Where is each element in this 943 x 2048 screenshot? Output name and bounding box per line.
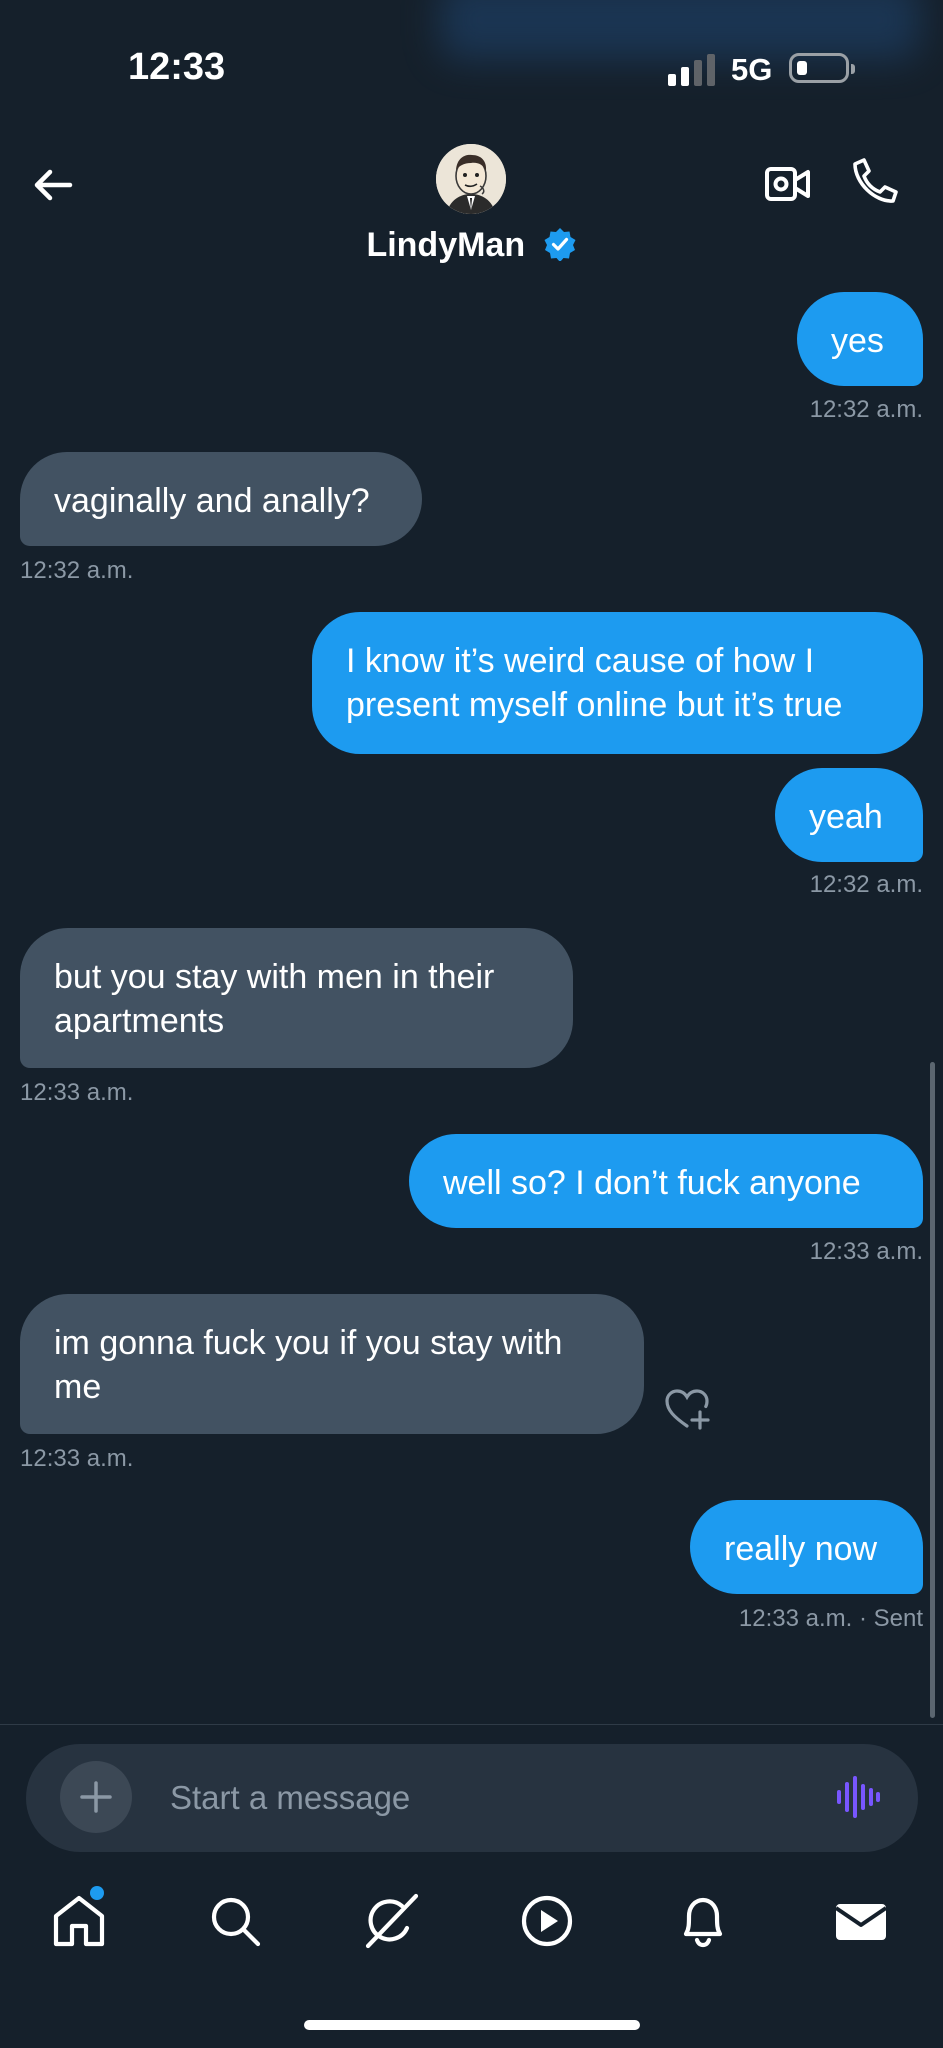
message-text: but you stay with men in their apartment…	[54, 958, 495, 1040]
network-label: 5G	[731, 52, 773, 87]
tab-search[interactable]	[206, 1892, 264, 1950]
contact-name: LindyMan	[366, 226, 526, 264]
message-timestamp: 12:32 a.m.	[20, 557, 134, 584]
search-icon	[211, 1897, 261, 1947]
message-timestamp: 12:32 a.m.	[809, 396, 923, 423]
new-content-dot	[90, 1886, 104, 1900]
messages-icon	[834, 1904, 888, 1940]
add-attachment-button[interactable]	[60, 1761, 132, 1833]
scrollbar[interactable]	[930, 1062, 935, 1718]
message-bubble-outgoing[interactable]: really now	[690, 1500, 923, 1594]
message-timestamp: 12:33 a.m.	[20, 1445, 134, 1472]
message-bubble-incoming[interactable]: vaginally and anally?	[20, 452, 422, 546]
message-bubble-incoming[interactable]: im gonna fuck you if you stay with me	[20, 1294, 644, 1434]
contact-name-row[interactable]: LindyMan	[0, 226, 943, 265]
video-call-icon[interactable]	[764, 160, 812, 208]
message-text: really now	[724, 1530, 878, 1568]
tab-messages[interactable]	[832, 1892, 890, 1950]
message-text: yes	[831, 322, 884, 360]
tab-home[interactable]	[50, 1886, 108, 1950]
notifications-icon	[683, 1897, 723, 1948]
message-timestamp: 12:33 a.m.	[20, 1079, 134, 1106]
back-arrow-icon[interactable]	[28, 160, 78, 210]
voice-message-icon[interactable]	[834, 1774, 880, 1820]
message-timestamp-status: 12:33 a.m. · Sent	[738, 1605, 923, 1632]
divider	[0, 1724, 943, 1725]
message-bubble-outgoing[interactable]: yes	[797, 292, 923, 386]
home-indicator[interactable]	[304, 2020, 640, 2030]
message-input[interactable]	[168, 1774, 812, 1822]
plus-icon	[80, 1781, 112, 1813]
home-icon	[53, 1895, 105, 1947]
tab-grok[interactable]	[362, 1892, 420, 1950]
react-heart-icon[interactable]	[664, 1388, 710, 1430]
grok-icon	[365, 1893, 419, 1949]
avatar-image	[436, 144, 506, 214]
video-icon	[521, 1895, 573, 1947]
message-bubble-outgoing[interactable]: well so? I don’t fuck anyone	[409, 1134, 923, 1228]
message-text: well so? I don’t fuck anyone	[443, 1164, 861, 1202]
message-bubble-outgoing[interactable]: I know it’s weird cause of how I present…	[312, 612, 923, 754]
bottom-tab-bar	[0, 1880, 943, 1980]
tab-notifications[interactable]	[674, 1892, 732, 1950]
message-bubble-outgoing[interactable]: yeah	[775, 768, 923, 862]
message-bubble-incoming[interactable]: but you stay with men in their apartment…	[20, 928, 573, 1068]
message-text: I know it’s weird cause of how I present…	[346, 642, 843, 724]
message-text: im gonna fuck you if you stay with me	[54, 1324, 563, 1406]
battery-icon	[789, 53, 855, 83]
conversation-header: LindyMan	[0, 130, 943, 280]
message-text: vaginally and anally?	[54, 482, 370, 520]
phone-call-icon[interactable]	[850, 156, 898, 206]
verified-badge-icon	[544, 228, 576, 261]
message-timestamp: 12:32 a.m.	[809, 871, 923, 898]
message-composer	[26, 1744, 918, 1852]
tab-video[interactable]	[518, 1892, 576, 1950]
status-time: 12:33	[128, 46, 226, 88]
status-bar: 12:33 5G	[0, 0, 943, 130]
message-timestamp: 12:33 a.m.	[809, 1238, 923, 1265]
avatar[interactable]	[436, 144, 506, 214]
message-text: yeah	[809, 798, 883, 836]
signal-icon	[668, 54, 715, 86]
